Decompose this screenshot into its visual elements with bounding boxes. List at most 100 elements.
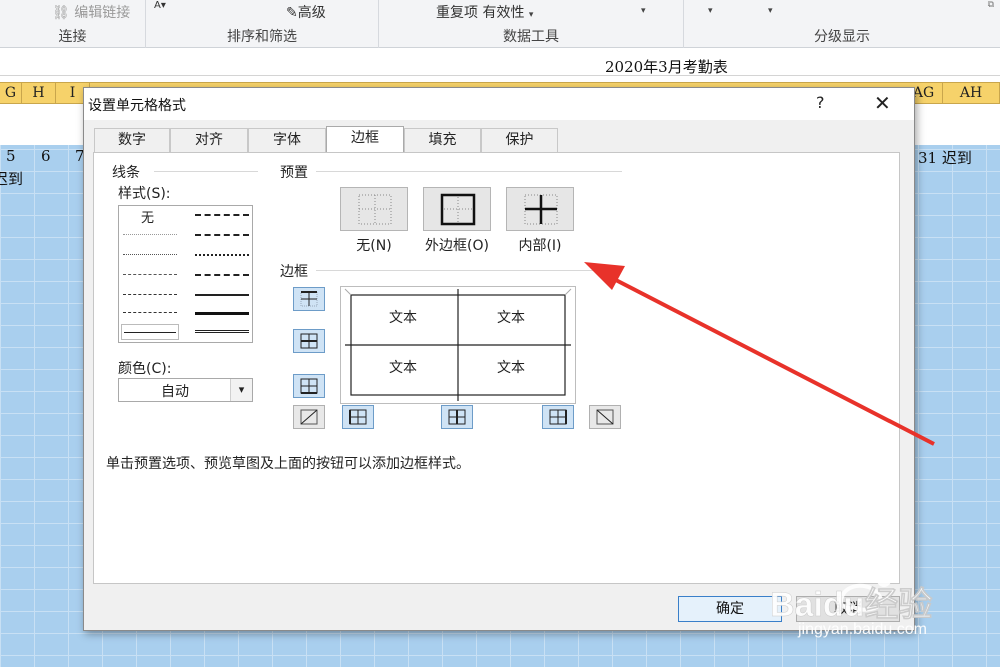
presets-label: 预置 [280,165,308,181]
line-style-option[interactable] [123,274,177,275]
preview-text: 文本 [389,310,417,326]
ribbon-group-label: 连接 [58,29,87,45]
tab-fill[interactable]: 填充 [404,128,481,152]
border-diagonal-up-button[interactable] [293,405,325,429]
edit-links-button[interactable]: ⛓ 编辑链接 [52,2,130,22]
dropdown-arrow-icon[interactable]: ▾ [641,6,646,16]
preset-inside-label: 内部(I) [518,238,562,254]
preset-outline-icon [440,193,476,226]
border-left-button[interactable] [342,405,374,429]
preview-text: 文本 [389,360,417,376]
tab-alignment[interactable]: 对齐 [170,128,248,152]
line-style-option[interactable] [195,214,249,216]
ribbon-group-outline: ▾ ▾ ⧉ 分级显示 [684,0,1000,48]
cell-value[interactable]: 31 迟到 [918,147,972,168]
format-cells-dialog: 设置单元格格式 ? ✕ 数字 对齐 字体 边框 填充 保护 线条 样式(S): … [83,87,915,631]
tab-font[interactable]: 字体 [248,128,326,152]
border-diagonal-down-button[interactable] [589,405,621,429]
preset-inside-icon [524,194,558,225]
border-right-icon [549,409,567,425]
border-left-icon [349,409,367,425]
ribbon: ⛓ 编辑链接 连接 A▾ ✎高级 排序和筛选 重复项 有效性 ▾ ▾ 数据工具 … [0,0,1000,48]
duplicates-validity-button[interactable]: 重复项 有效性 ▾ [436,2,533,22]
line-style-option[interactable] [123,312,177,313]
ribbon-group-data-tools: 重复项 有效性 ▾ ▾ 数据工具 [379,0,684,48]
color-dropdown[interactable]: 自动 ▾ [118,378,253,402]
tab-border[interactable]: 边框 [326,126,404,153]
watermark-url: jingyan.baidu.com [798,621,927,638]
dropdown-arrow-icon[interactable]: ▾ [708,6,713,16]
border-top-button[interactable] [293,287,325,311]
cell-value[interactable]: 6 [41,147,51,165]
border-inside-vertical-icon [448,409,466,425]
border-section-label: 边框 [280,264,308,280]
advanced-filter-button[interactable]: ✎高级 [286,2,326,22]
chevron-down-icon[interactable]: ▾ [230,379,252,401]
line-style-none[interactable]: 无 [141,207,154,226]
style-label: 样式(S): [118,186,171,202]
tab-protection[interactable]: 保护 [481,128,558,152]
cell-value[interactable]: 5 [6,147,16,165]
border-bottom-icon [300,378,318,394]
line-style-option [124,332,176,333]
preset-inside-button[interactable] [506,187,574,231]
sheet-title-cell[interactable]: 2020年3月考勤表 [605,56,728,77]
section-divider [154,171,258,172]
preview-borders [344,288,572,401]
line-style-option[interactable] [195,330,249,333]
line-section-label: 线条 [112,165,140,181]
line-style-option[interactable] [195,294,249,296]
line-style-list[interactable]: 无 [118,205,253,343]
filter-pencil-icon: ✎ [286,5,298,21]
column-header[interactable]: AH [943,83,1000,104]
dialog-title: 设置单元格格式 [88,98,186,114]
color-value: 自动 [161,384,189,400]
column-header[interactable]: H [22,83,56,104]
border-bottom-button[interactable] [293,374,325,398]
ok-button[interactable]: 确定 [678,596,782,622]
diagonal-down-icon [596,409,614,425]
line-style-option[interactable] [123,294,177,295]
border-top-icon [300,291,318,307]
border-inside-vertical-button[interactable] [441,405,473,429]
border-right-button[interactable] [542,405,574,429]
line-style-option[interactable] [195,274,249,276]
section-divider [316,171,622,172]
baidu-jingyan-watermark: Baidu经验 jingyan.baidu.com [770,555,995,665]
border-preview[interactable]: 文本 文本 文本 文本 [340,286,576,404]
ribbon-group-connections: ⛓ 编辑链接 连接 [0,0,146,48]
ribbon-group-label: 分级显示 [814,29,870,45]
diagonal-up-icon [300,409,318,425]
border-inside-horizontal-icon [300,333,318,349]
border-tab-panel: 线条 样式(S): 无 颜色(C): 自动 ▾ 预置 无(N) 外边框(O) 内… [93,152,900,584]
column-header[interactable]: G [0,83,22,104]
border-hint-text: 单击预置选项、预览草图及上面的按钮可以添加边框样式。 [106,456,470,472]
border-inside-horizontal-button[interactable] [293,329,325,353]
line-style-option[interactable] [123,254,177,255]
help-button[interactable]: ? [816,93,825,112]
watermark-brand: Baidu经验 [770,586,933,625]
sort-az-icon[interactable]: A▾ [154,0,166,11]
line-style-option[interactable] [195,254,249,256]
tab-number[interactable]: 数字 [94,128,170,152]
preset-none-label: 无(N) [356,238,392,254]
formula-bar[interactable] [0,52,1000,76]
preset-none-icon [358,194,392,225]
preset-none-button[interactable] [340,187,408,231]
preview-text: 文本 [497,360,525,376]
dropdown-arrow-icon[interactable]: ▾ [768,6,773,16]
ribbon-group-label: 排序和筛选 [227,29,297,45]
color-label: 颜色(C): [118,361,172,377]
line-style-option[interactable] [123,234,177,235]
preset-outline-label: 外边框(O) [425,238,489,254]
dialog-titlebar[interactable]: 设置单元格格式 ? ✕ [84,88,914,120]
line-style-option[interactable] [195,234,249,236]
preset-outline-button[interactable] [423,187,491,231]
ribbon-group-sort-filter: A▾ ✎高级 排序和筛选 [146,0,379,48]
close-button[interactable]: ✕ [874,91,891,115]
link-icon: ⛓ [52,5,70,21]
line-style-selected[interactable] [121,324,179,340]
line-style-option[interactable] [195,312,249,315]
cell-value[interactable]: 迟到 [0,168,23,189]
preview-text: 文本 [497,310,525,326]
